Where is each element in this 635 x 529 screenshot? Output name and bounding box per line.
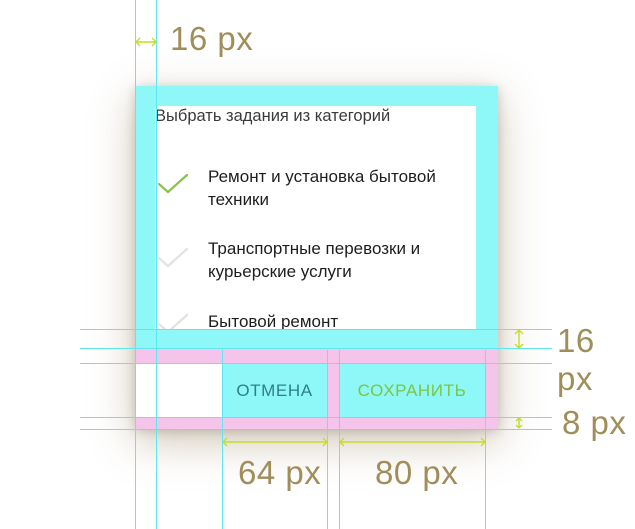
dimension-label-left-padding: 16 px: [170, 20, 254, 57]
dimension-arrow-icon: [222, 437, 328, 447]
cancel-button[interactable]: ОТМЕНА: [222, 364, 327, 417]
dimension-arrow-icon: [515, 417, 523, 429]
option-label: Ремонт и установка бытовой техники: [208, 167, 436, 209]
save-button[interactable]: СОХРАНИТЬ: [339, 364, 485, 417]
dimension-label-cancel-width: 64 px: [238, 454, 322, 491]
check-icon: [157, 313, 189, 329]
check-icon: [157, 247, 189, 268]
dialog-title: Выбрать задания из категорий: [155, 107, 391, 125]
dimension-arrow-icon: [514, 329, 524, 349]
guide-line: [80, 363, 552, 364]
content-gap-overlay: [135, 329, 498, 348]
guide-line: [80, 429, 552, 430]
guide-line: [80, 348, 552, 349]
dimension-label-bottom-padding: 8 px: [562, 404, 627, 441]
guide-line: [80, 329, 552, 330]
dimension-label-content-gap: 16 px: [557, 322, 595, 397]
guide-line: [80, 417, 552, 418]
padding-right-overlay: [476, 86, 498, 348]
option-label: Бытовой ремонт: [208, 312, 339, 329]
button-bar-top-spacing: [135, 348, 498, 364]
list-item[interactable]: Бытовой ремонт: [155, 300, 477, 329]
padding-top-overlay: [135, 86, 498, 106]
guide-line: [135, 0, 136, 529]
dimension-arrow-icon: [339, 437, 486, 447]
button-bar-bottom-spacing: [135, 417, 498, 429]
check-icon: [157, 173, 189, 194]
dimension-arrow-icon: [135, 37, 157, 47]
dimension-label-save-width: 80 px: [375, 454, 459, 491]
option-label: Транспортные перевозки и курьерские услу…: [208, 239, 421, 281]
padding-left-overlay: [135, 86, 155, 348]
guide-line: [156, 0, 157, 529]
